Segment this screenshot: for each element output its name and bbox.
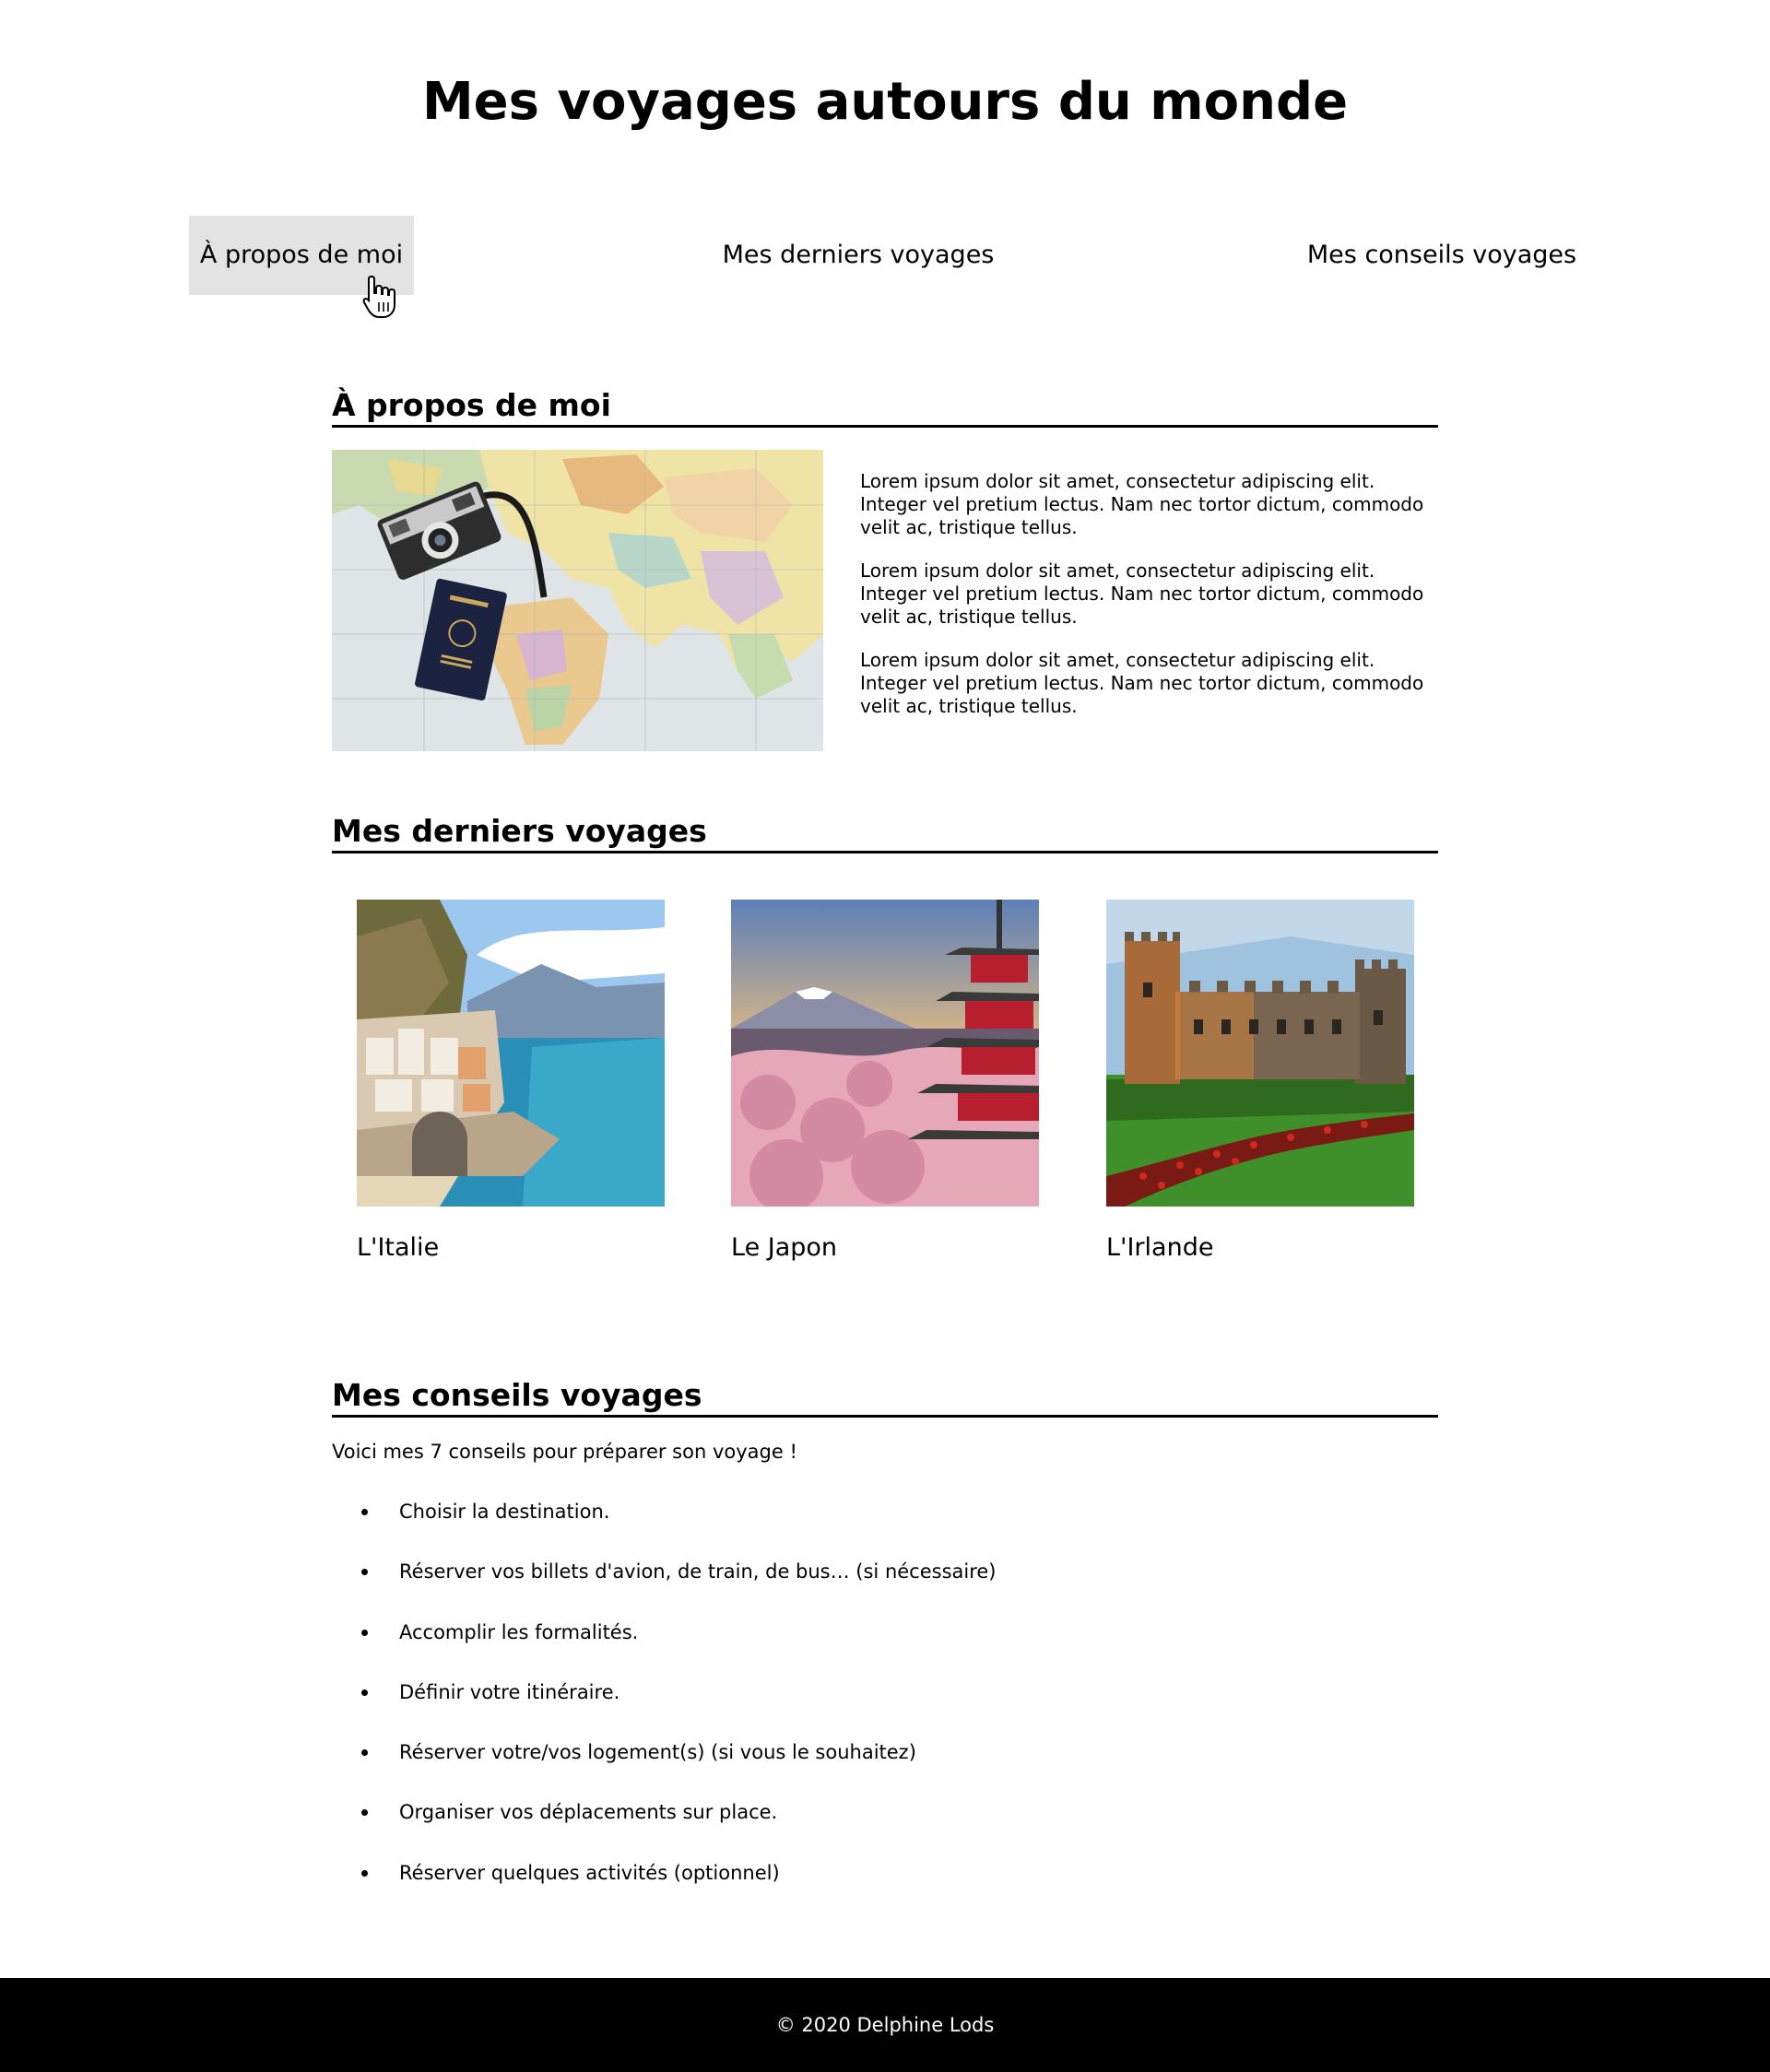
about-heading: À propos de moi <box>332 387 1438 428</box>
bullet-icon <box>361 1629 368 1636</box>
tip-text: Réserver quelques activités (optionnel) <box>399 1861 780 1884</box>
tip-text: Accomplir les formalités. <box>399 1620 639 1643</box>
trip-name: L'Italie <box>357 1233 440 1262</box>
tip-text: Définir votre itinéraire. <box>399 1680 620 1703</box>
copyright-text: © 2020 Delphine Lods <box>775 2014 995 2036</box>
about-text: Lorem ipsum dolor sit amet, consectetur … <box>860 470 1432 738</box>
bullet-icon <box>361 1869 368 1877</box>
tip-text: Réserver votre/vos logement(s) (si vous … <box>399 1741 916 1764</box>
travel-tips-heading: Mes conseils voyages <box>332 1377 1438 1418</box>
main-nav: À propos de moi Mes derniers voyages Mes… <box>0 216 1770 295</box>
site-title: Mes voyages autours du monde <box>421 72 1349 132</box>
trip-card-ireland[interactable]: L'Irlande <box>1106 900 1414 1264</box>
trip-card-italy[interactable]: L'Italie <box>357 900 665 1264</box>
nav-item-latest-trips[interactable]: Mes derniers voyages <box>719 216 997 295</box>
bullet-icon <box>361 1809 368 1817</box>
bullet-icon <box>361 1569 368 1576</box>
list-item: Choisir la destination. <box>332 1500 997 1560</box>
footer: © 2020 Delphine Lods <box>0 1978 1770 2072</box>
about-paragraph: Lorem ipsum dolor sit amet, consectetur … <box>860 559 1424 628</box>
hand-pointer-cursor-icon <box>362 275 399 319</box>
tip-text: Choisir la destination. <box>399 1501 610 1523</box>
tips-intro: Voici mes 7 conseils pour préparer son v… <box>332 1441 797 1463</box>
list-item: Organiser vos déplacements sur place. <box>332 1800 997 1860</box>
list-item: Définir votre itinéraire. <box>332 1680 997 1740</box>
map-camera-passport-photo <box>332 450 823 751</box>
tip-text: Réserver vos billets d'avion, de train, … <box>399 1560 997 1583</box>
castle-photo <box>1106 900 1414 1207</box>
about-paragraph: Lorem ipsum dolor sit amet, consectetur … <box>860 470 1424 538</box>
tip-text: Organiser vos déplacements sur place. <box>399 1801 778 1824</box>
bullet-icon <box>361 1509 368 1515</box>
tips-list: Choisir la destination. Réserver vos bil… <box>332 1500 997 1921</box>
trip-card-japan[interactable]: Le Japon <box>731 900 1039 1264</box>
list-item: Réserver quelques activités (optionnel) <box>332 1861 997 1921</box>
bullet-icon <box>361 1689 368 1696</box>
trip-name: Le Japon <box>731 1233 838 1262</box>
list-item: Réserver votre/vos logement(s) (si vous … <box>332 1740 997 1800</box>
list-item: Réserver vos billets d'avion, de train, … <box>332 1560 997 1619</box>
trip-name: L'Irlande <box>1106 1233 1214 1262</box>
latest-trips-heading: Mes derniers voyages <box>332 813 1438 854</box>
bullet-icon <box>361 1749 368 1757</box>
amalfi-coast-photo <box>357 900 665 1207</box>
about-paragraph: Lorem ipsum dolor sit amet, consectetur … <box>860 649 1424 717</box>
nav-item-travel-tips[interactable]: Mes conseils voyages <box>1303 216 1581 295</box>
list-item: Accomplir les formalités. <box>332 1620 997 1680</box>
pagoda-fuji-photo <box>731 900 1039 1207</box>
